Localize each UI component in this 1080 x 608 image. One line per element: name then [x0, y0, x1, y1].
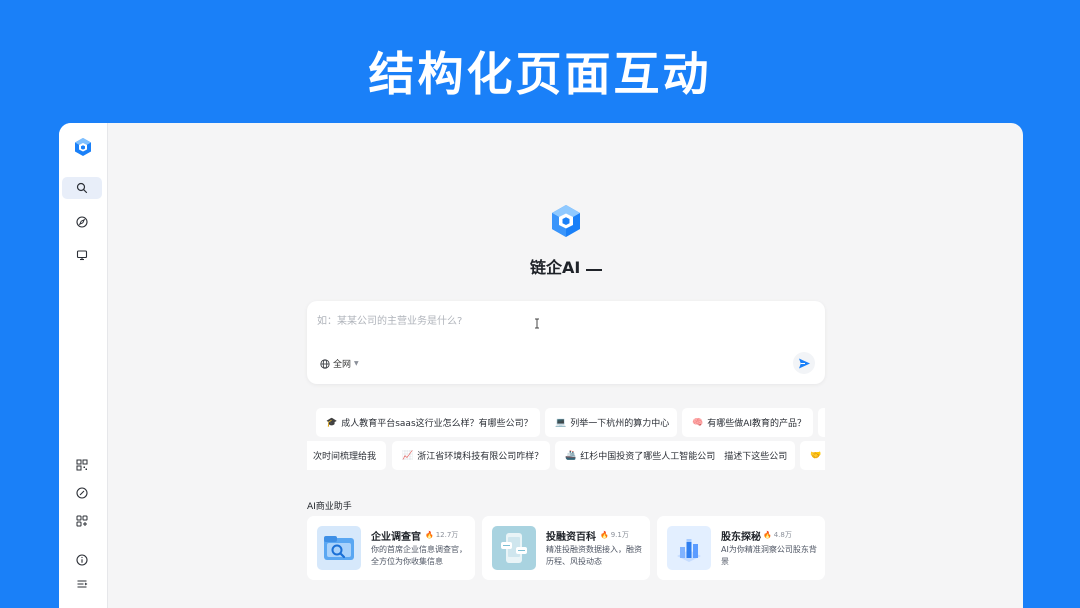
suggestion-chip[interactable] — [818, 408, 825, 437]
phone-chat-icon — [492, 526, 536, 570]
app-logo-icon[interactable] — [73, 137, 93, 157]
sidebar-item-screen[interactable] — [62, 244, 102, 266]
link-icon — [76, 487, 88, 499]
assistant-card[interactable]: 股东探秘 🔥 4.8万 AI为你精准洞察公司股东背景 — [657, 516, 825, 580]
suggestion-chip[interactable]: 🚢 红杉中国投资了哪些人工智能公司 描述下这些公司 — [555, 441, 795, 470]
hot-count: 🔥 4.8万 — [763, 531, 792, 539]
sidebar — [59, 123, 108, 608]
menu-icon — [77, 580, 88, 588]
search-scope-label: 全网 — [333, 360, 352, 370]
brand-name: 链企AI — [530, 258, 581, 277]
sidebar-item-apps[interactable] — [62, 510, 102, 532]
sidebar-item-menu[interactable] — [62, 573, 102, 595]
suggestion-chip[interactable]: 💻 列举一下杭州的算力中心 — [545, 408, 677, 437]
search-box: 全网 ▼ — [307, 301, 825, 384]
sidebar-item-qrcode[interactable] — [62, 454, 102, 476]
send-button[interactable] — [793, 352, 815, 374]
search-input[interactable] — [317, 311, 797, 331]
suggestion-chip[interactable]: 📈 浙江省环境科技有限公司咋样？ — [392, 441, 550, 470]
suggestion-row: 🎓 成人教育平台saas这行业怎么样？有哪些公司？ 💻 列举一下杭州的算力中心 … — [307, 408, 825, 437]
assistant-cards: 企业调查官 🔥 12.7万 你的首席企业信息调查官，全方位为你收集信息 投融资百… — [307, 516, 825, 580]
banner-title: 结构化页面互动 — [368, 47, 712, 101]
monitor-icon — [76, 250, 88, 261]
brand-logo-icon — [552, 205, 580, 237]
assistant-card[interactable]: 投融资百科 🔥 9.1万 精准投融资数据接入，融资历程、风投动态 — [482, 516, 650, 580]
folder-search-icon — [317, 526, 361, 570]
qr-code-icon — [76, 459, 88, 471]
main-content: 链企AI 全网 ▼ — [108, 123, 1023, 608]
sidebar-item-search[interactable] — [62, 177, 102, 199]
suggestion-chip[interactable]: 次时间梳理给我 — [307, 441, 386, 470]
bar-chart-icon — [667, 526, 711, 570]
app-window: 链企AI 全网 ▼ — [59, 123, 1023, 608]
sidebar-item-link[interactable] — [62, 482, 102, 504]
suggestion-chip[interactable]: 🧠 有哪些做AI教育的产品？ — [682, 408, 813, 437]
suggestion-chip[interactable]: 🤝 — [800, 441, 825, 470]
suggestion-row: 次时间梳理给我 📈 浙江省环境科技有限公司咋样？ 🚢 红杉中国投资了哪些人工智能… — [307, 441, 825, 470]
globe-icon — [320, 358, 330, 369]
suggestion-chip[interactable]: 🎓 成人教育平台saas这行业怎么样？有哪些公司？ — [316, 408, 540, 437]
search-icon — [76, 182, 88, 194]
section-title: AI商业助手 — [307, 502, 352, 512]
assistant-card[interactable]: 企业调查官 🔥 12.7万 你的首席企业信息调查官，全方位为你收集信息 — [307, 516, 475, 580]
hot-count: 🔥 9.1万 — [600, 531, 629, 539]
hot-count: 🔥 12.7万 — [425, 531, 459, 539]
sidebar-item-info[interactable] — [62, 549, 102, 571]
info-icon — [76, 554, 88, 566]
flame-icon: 🔥 — [763, 531, 772, 539]
text-cursor-icon — [535, 318, 539, 329]
sidebar-item-discover[interactable] — [62, 211, 102, 233]
chevron-down-icon: ▼ — [354, 360, 359, 367]
send-icon — [798, 358, 810, 368]
flame-icon: 🔥 — [600, 531, 609, 539]
flame-icon: 🔥 — [425, 531, 434, 539]
apps-add-icon — [76, 515, 88, 527]
compass-icon — [76, 216, 88, 228]
typing-cursor — [586, 269, 602, 271]
search-scope-select[interactable]: 全网 ▼ — [320, 357, 359, 370]
